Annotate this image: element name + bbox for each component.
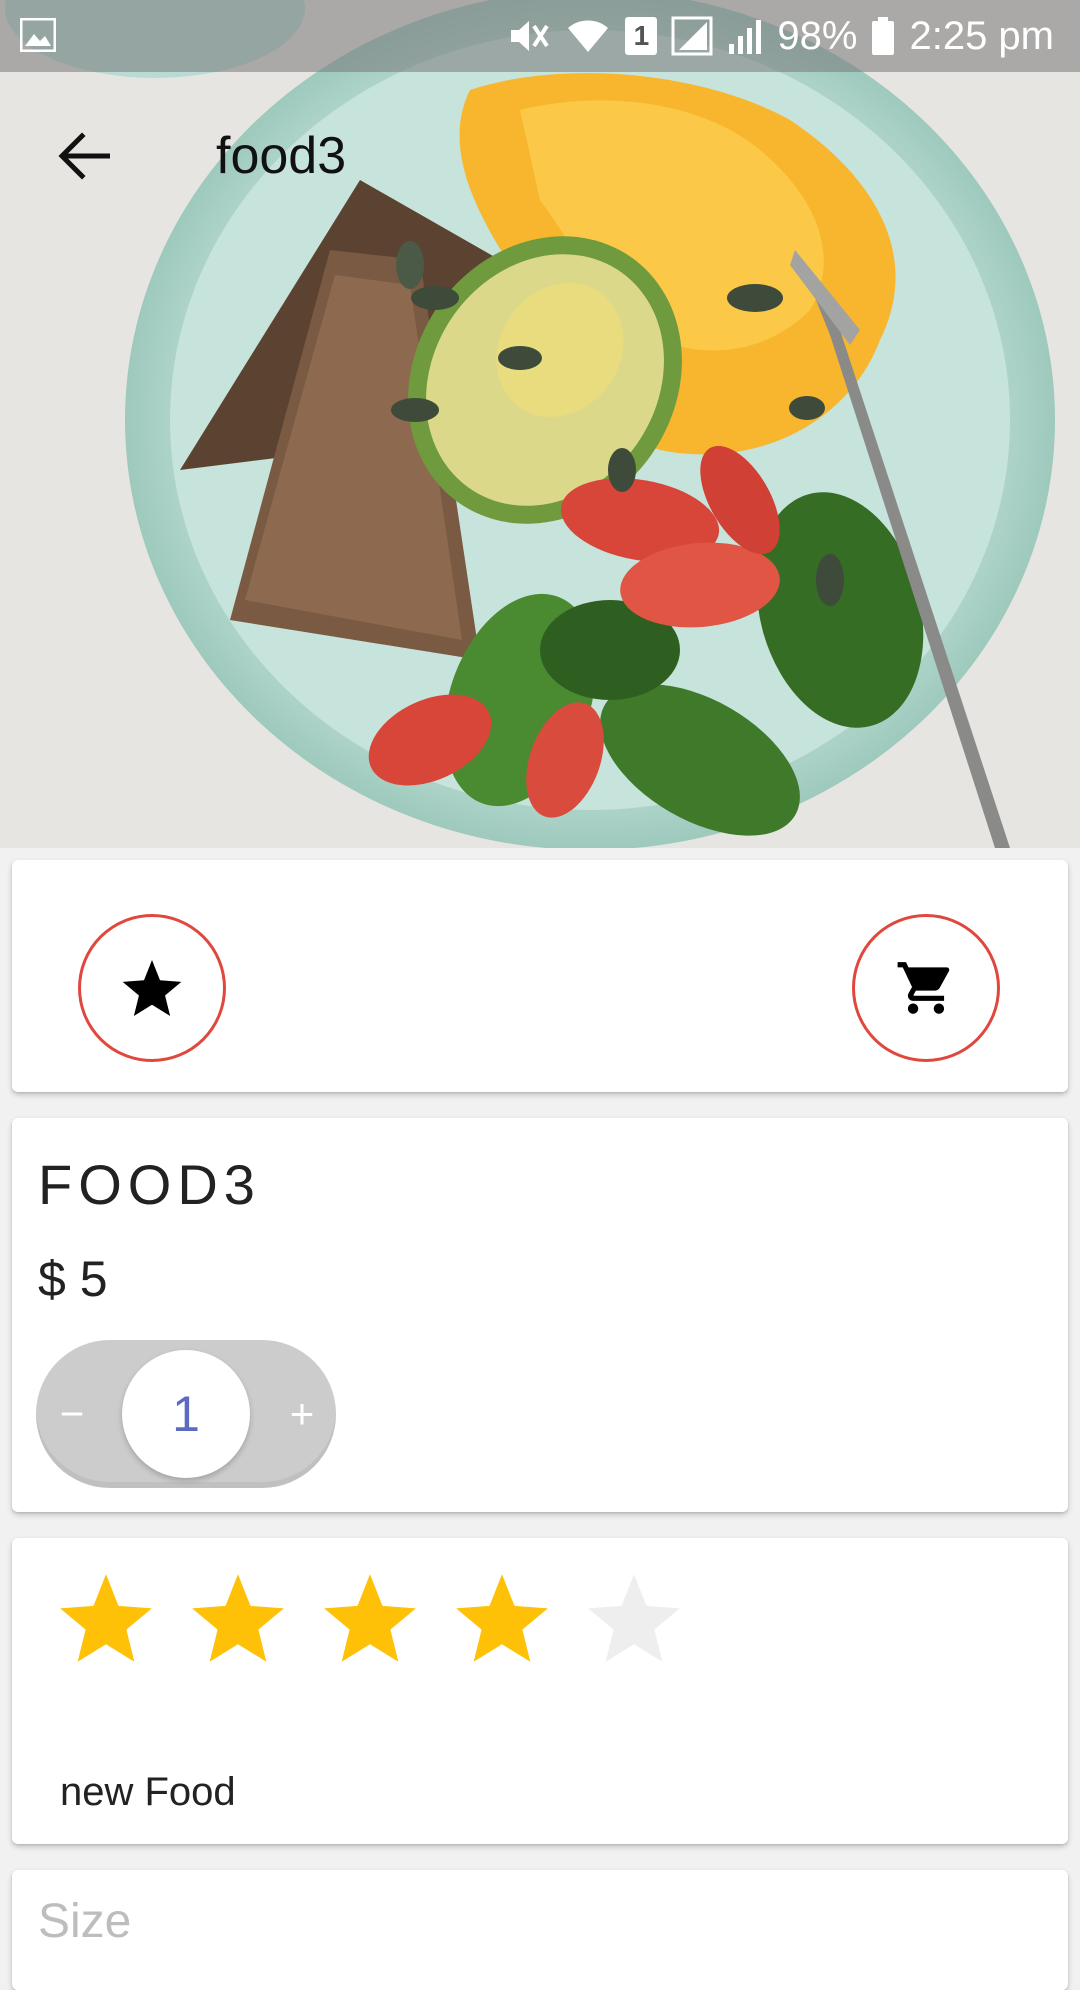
size-card: Size bbox=[12, 1870, 1068, 1990]
size-label: Size bbox=[38, 1895, 132, 1948]
signal-icon-secondary bbox=[729, 20, 762, 54]
quantity-value: 1 bbox=[122, 1350, 250, 1478]
star-empty-icon[interactable] bbox=[584, 1568, 684, 1668]
food-description: new Food bbox=[60, 1770, 236, 1814]
battery-percentage: 98% bbox=[777, 13, 858, 58]
food-info-card: FOOD3 $ 5 − 1 + bbox=[12, 1118, 1068, 1512]
quantity-stepper: − 1 + bbox=[36, 1340, 336, 1488]
sim-badge: 1 bbox=[625, 17, 658, 55]
increase-quantity-button[interactable]: + bbox=[272, 1384, 332, 1444]
clock: 2:25 pm bbox=[909, 13, 1054, 58]
food-price: $ 5 bbox=[38, 1251, 108, 1307]
star-filled-icon[interactable] bbox=[56, 1568, 156, 1668]
star-filled-icon[interactable] bbox=[452, 1568, 552, 1668]
favorite-button[interactable] bbox=[78, 914, 226, 1062]
back-button[interactable] bbox=[44, 116, 124, 196]
gallery-icon bbox=[20, 18, 56, 52]
star-filled-icon[interactable] bbox=[188, 1568, 288, 1668]
decrease-quantity-button[interactable]: − bbox=[42, 1384, 102, 1444]
actions-card bbox=[12, 860, 1068, 1092]
signal-icon bbox=[671, 16, 713, 56]
app-bar: food3 bbox=[0, 72, 1080, 240]
arrow-back-icon bbox=[58, 132, 110, 180]
status-bar: 1 98% 2:25 pm bbox=[0, 0, 1080, 72]
rating-bar[interactable] bbox=[56, 1568, 684, 1668]
shopping-cart-icon bbox=[897, 962, 950, 1014]
battery-icon bbox=[872, 17, 895, 55]
rating-card: new Food bbox=[12, 1538, 1068, 1844]
star-icon bbox=[122, 960, 182, 1016]
mute-icon bbox=[511, 21, 550, 51]
food-name: FOOD3 bbox=[38, 1153, 261, 1216]
page-title: food3 bbox=[216, 127, 347, 185]
add-to-cart-button[interactable] bbox=[852, 914, 1000, 1062]
star-filled-icon[interactable] bbox=[320, 1568, 420, 1668]
wifi-icon bbox=[568, 20, 609, 52]
